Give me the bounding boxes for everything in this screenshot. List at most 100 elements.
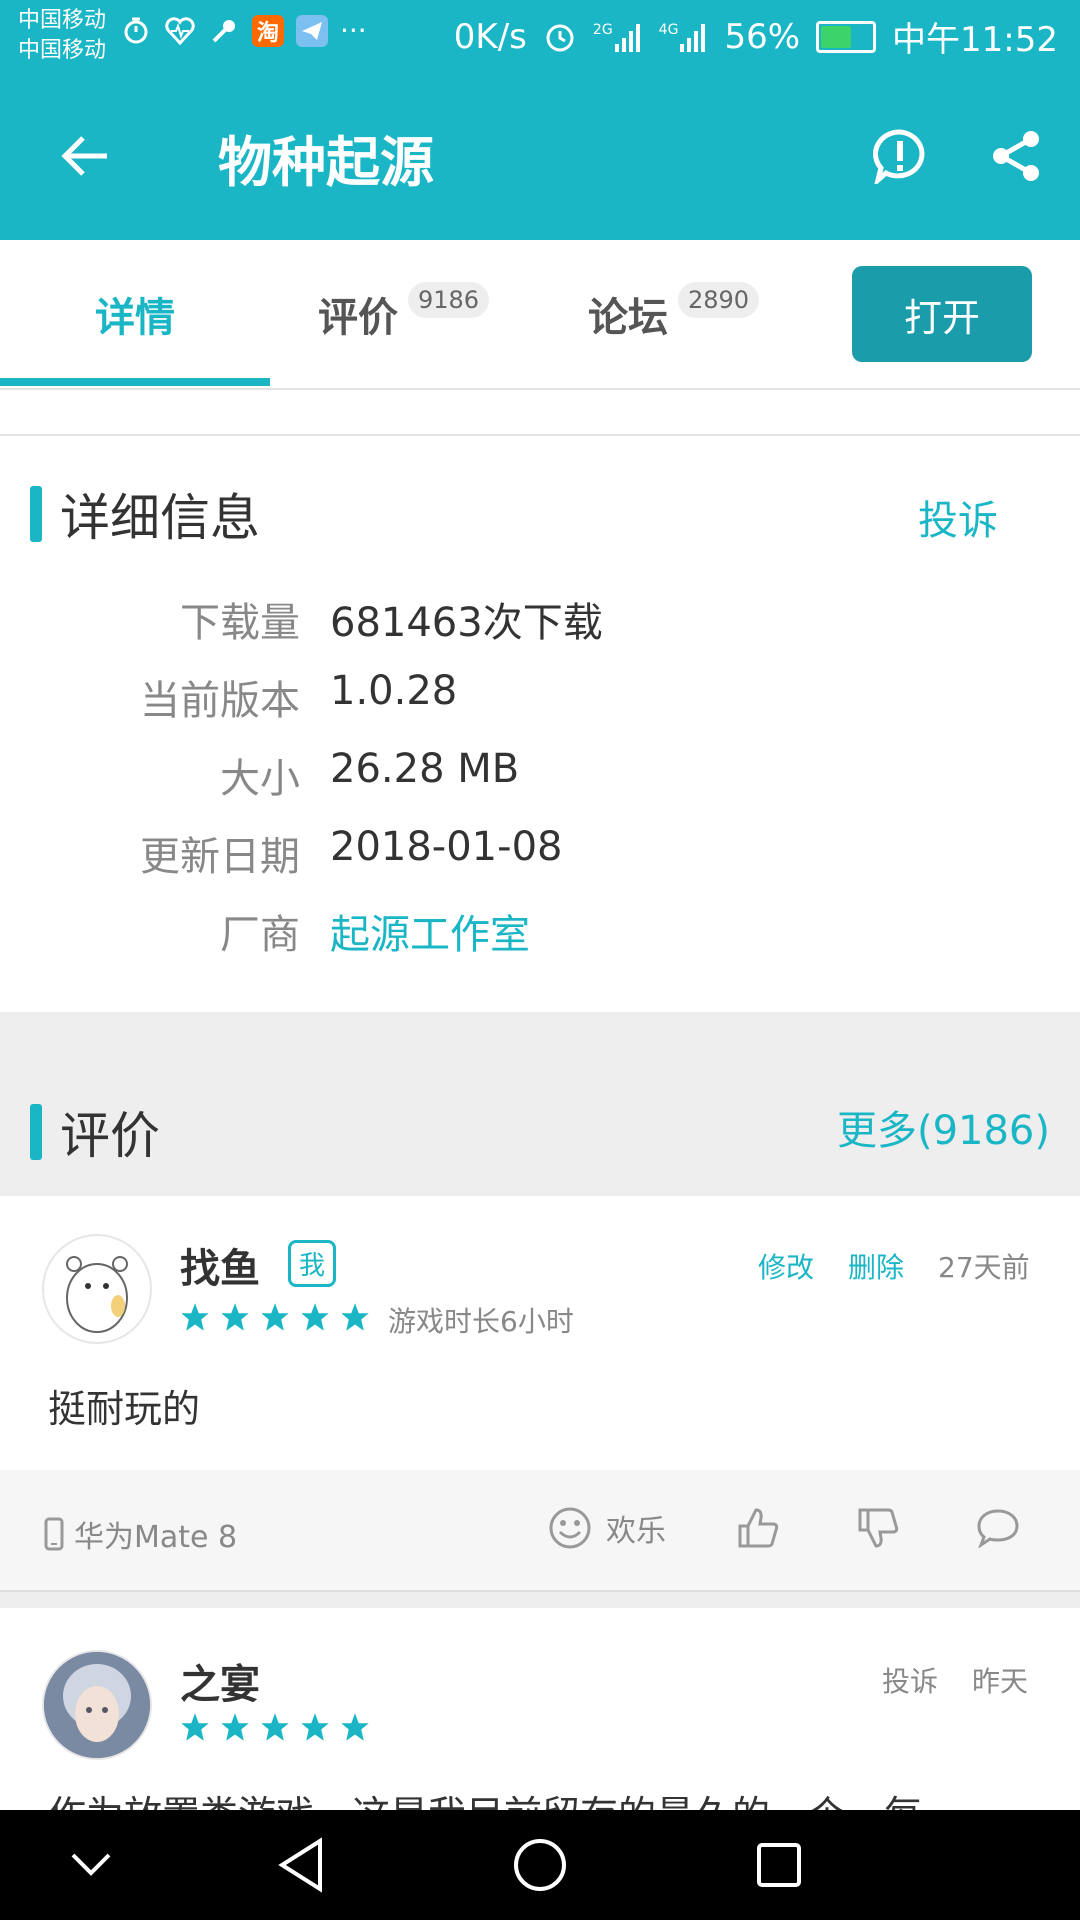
star-icon xyxy=(261,1303,289,1331)
info-row-size: 大小 26.28 MB xyxy=(0,746,1080,824)
details-header: 详细信息 xyxy=(30,478,260,550)
device-name: 华为Mate 8 xyxy=(74,1520,238,1555)
notification-icons: 淘 ··· xyxy=(120,14,367,47)
star-icon xyxy=(221,1713,249,1741)
star-icon xyxy=(341,1303,369,1331)
arrow-left-icon xyxy=(61,136,107,176)
playtime: 游戏时长6小时 xyxy=(388,1305,574,1338)
share-icon xyxy=(993,131,1039,181)
star-icon xyxy=(181,1303,209,1331)
info-value: 2018-01-08 xyxy=(330,824,563,870)
info-row-developer: 厂商 起源工作室 xyxy=(0,902,1080,980)
tab-forum[interactable]: 论坛 2890 xyxy=(588,240,760,388)
comment-button[interactable] xyxy=(976,1508,1020,1552)
review-username[interactable]: 之宴 xyxy=(180,1652,260,1710)
device-info: 华为Mate 8 xyxy=(44,1512,237,1556)
doll-avatar-icon xyxy=(44,1652,150,1758)
key-icon xyxy=(208,15,240,47)
battery-percent: 56% xyxy=(724,16,801,57)
mood-label: 欢乐 xyxy=(606,1514,666,1549)
square-recents-icon xyxy=(757,1843,801,1887)
more-reviews-link[interactable]: 更多(9186) xyxy=(837,1098,1050,1156)
telegram-app-icon xyxy=(296,14,328,47)
status-right: 0K/s 2G 4G 56% 中午11:52 xyxy=(454,12,1058,61)
taobao-app-icon: 淘 xyxy=(252,14,284,47)
active-tab-indicator xyxy=(0,378,270,386)
delete-review-link[interactable]: 删除 xyxy=(848,1246,904,1286)
avatar[interactable] xyxy=(42,1234,152,1344)
page-title: 物种起源 xyxy=(218,131,434,194)
chevron-down-icon xyxy=(71,1853,111,1876)
info-value: 26.28 MB xyxy=(330,746,520,792)
stopwatch-icon xyxy=(120,15,152,47)
tab-reviews[interactable]: 评价 9186 xyxy=(318,240,490,388)
info-value: 1.0.28 xyxy=(330,668,458,714)
avatar[interactable] xyxy=(42,1650,152,1760)
dislike-button[interactable] xyxy=(856,1506,900,1554)
reviews-count-badge: 9186 xyxy=(408,282,490,318)
triangle-back-icon xyxy=(278,1837,322,1893)
like-button[interactable] xyxy=(736,1506,780,1554)
review-text: 挺耐玩的 xyxy=(48,1387,201,1431)
signal-4g-icon: 4G xyxy=(659,22,709,52)
battery-charging-icon xyxy=(816,20,877,53)
review-time: 27天前 xyxy=(938,1251,1030,1284)
home-nav-button[interactable] xyxy=(485,1810,595,1920)
developer-link[interactable]: 起源工作室 xyxy=(330,902,530,960)
report-button[interactable] xyxy=(868,120,932,192)
phone-icon xyxy=(44,1517,64,1551)
info-label: 下载量 xyxy=(180,600,300,646)
review-username[interactable]: 找鱼 xyxy=(180,1236,260,1294)
back-nav-button[interactable] xyxy=(246,1810,356,1920)
star-icon xyxy=(301,1303,329,1331)
status-bar: 中国移动 中国移动 淘 ··· 0K/s 2G 4G 56% 中午11:52 xyxy=(0,0,1080,72)
share-button[interactable] xyxy=(984,120,1048,192)
rating-stars xyxy=(180,1302,370,1332)
thumbs-down-icon xyxy=(858,1508,899,1548)
tab-details[interactable]: 详情 xyxy=(0,240,270,388)
star-icon xyxy=(221,1303,249,1331)
alert-bubble-icon xyxy=(873,129,925,184)
report-review-link[interactable]: 投诉 xyxy=(882,1660,938,1700)
forum-count-badge: 2890 xyxy=(678,282,760,318)
alarm-icon xyxy=(546,24,574,51)
edit-review-link[interactable]: 修改 xyxy=(758,1246,814,1286)
star-icon xyxy=(301,1713,329,1741)
info-label: 厂商 xyxy=(220,912,300,958)
thumbs-up-icon xyxy=(738,1508,779,1548)
carrier-2: 中国移动 xyxy=(18,38,107,63)
info-row-version: 当前版本 1.0.28 xyxy=(0,668,1080,746)
carrier-1: 中国移动 xyxy=(18,8,107,33)
smiley-icon xyxy=(549,1507,591,1549)
bear-avatar-icon xyxy=(66,1256,128,1333)
section-marker xyxy=(30,1104,42,1160)
me-badge: 我 xyxy=(288,1240,337,1287)
net-speed: 0K/s xyxy=(453,16,527,57)
more-notifications-icon: ··· xyxy=(340,14,367,47)
star-icon xyxy=(341,1713,369,1741)
collapse-nav-button[interactable] xyxy=(36,1810,146,1920)
info-row-update-date: 更新日期 2018-01-08 xyxy=(0,824,1080,902)
recents-nav-button[interactable] xyxy=(724,1810,834,1920)
star-icon xyxy=(261,1713,289,1741)
info-label: 当前版本 xyxy=(140,678,300,724)
section-marker xyxy=(30,486,42,542)
reviews-title: 评价 xyxy=(60,1107,160,1165)
open-app-button[interactable]: 打开 xyxy=(852,266,1032,362)
details-title: 详细信息 xyxy=(60,489,260,547)
clock: 中午11:52 xyxy=(892,20,1058,60)
comment-bubble-icon xyxy=(977,1509,1019,1549)
circle-home-icon xyxy=(514,1839,566,1891)
review-footer: 华为Mate 8 欢乐 xyxy=(0,1470,1080,1592)
back-button[interactable] xyxy=(40,120,130,192)
info-value: 681463次下载 xyxy=(330,600,603,646)
mood-button[interactable]: 欢乐 xyxy=(548,1506,666,1550)
info-label: 大小 xyxy=(220,756,300,802)
signal-2g-icon: 2G xyxy=(593,22,643,52)
reviews-header: 评价 xyxy=(30,1096,160,1168)
review-divider xyxy=(0,1592,1080,1608)
rating-stars xyxy=(180,1712,370,1742)
star-icon xyxy=(181,1713,209,1741)
health-heart-icon xyxy=(164,15,196,47)
report-link[interactable]: 投诉 xyxy=(918,488,998,546)
